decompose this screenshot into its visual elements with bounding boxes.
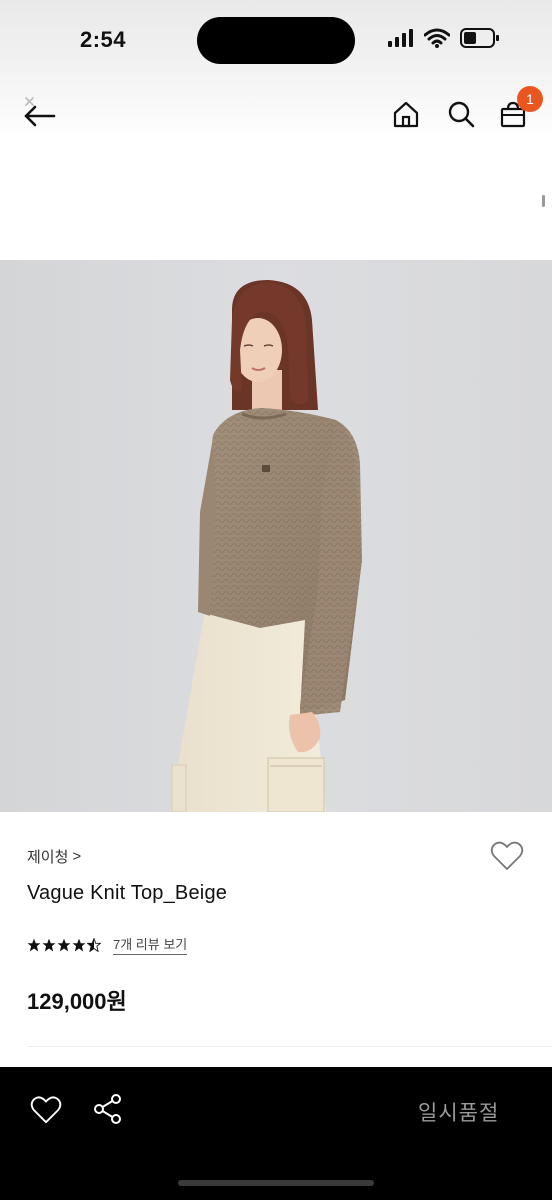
home-icon	[393, 101, 419, 128]
bottom-action-bar: 일시품절	[0, 1067, 552, 1200]
search-icon	[448, 101, 475, 128]
search-button[interactable]	[445, 98, 477, 130]
divider	[27, 1046, 552, 1047]
status-bar: 2:54	[0, 0, 552, 80]
star-half-icon	[87, 937, 101, 952]
chevron-right-icon: >	[72, 848, 82, 865]
status-icons	[388, 28, 500, 48]
bottom-wishlist-button[interactable]	[30, 1095, 64, 1127]
back-arrow-icon	[24, 97, 56, 127]
rating-stars	[27, 937, 101, 952]
star-icon	[27, 938, 41, 951]
sold-out-label: 일시품절	[418, 1102, 500, 1125]
home-indicator	[178, 1180, 374, 1186]
wishlist-button[interactable]	[490, 840, 524, 872]
share-icon	[94, 1094, 121, 1124]
brand-name: 제이청	[27, 849, 69, 866]
product-photo	[0, 260, 552, 812]
battery-icon	[460, 28, 499, 48]
heart-icon	[30, 1096, 62, 1124]
review-link[interactable]: 7개 리뷰 보기	[113, 934, 188, 955]
rating: 7개 리뷰 보기	[27, 934, 188, 955]
star-icon	[42, 938, 56, 951]
wifi-icon	[424, 28, 450, 48]
star-icon	[72, 938, 86, 951]
price: 129,000원	[27, 989, 127, 1014]
share-button[interactable]	[92, 1093, 126, 1127]
product-info: 제이청 > Vague Knit Top_Beige 7개 리뷰 보기 129,…	[0, 812, 552, 1067]
heart-icon	[490, 841, 524, 870]
dynamic-island	[197, 17, 355, 64]
cart-count-badge: 1	[517, 86, 543, 112]
back-button[interactable]	[18, 94, 58, 134]
brand-link[interactable]: 제이청 >	[27, 846, 81, 867]
scroll-indicator[interactable]	[542, 195, 545, 207]
status-time: 2:54	[80, 27, 127, 52]
app-header: 1	[0, 80, 552, 140]
cart-button[interactable]: 1	[497, 86, 543, 130]
home-button[interactable]	[390, 98, 422, 130]
product-title: Vague Knit Top_Beige	[27, 882, 228, 904]
product-image[interactable]	[0, 260, 552, 812]
cellular-signal-icon	[388, 29, 413, 47]
star-icon	[57, 938, 71, 951]
